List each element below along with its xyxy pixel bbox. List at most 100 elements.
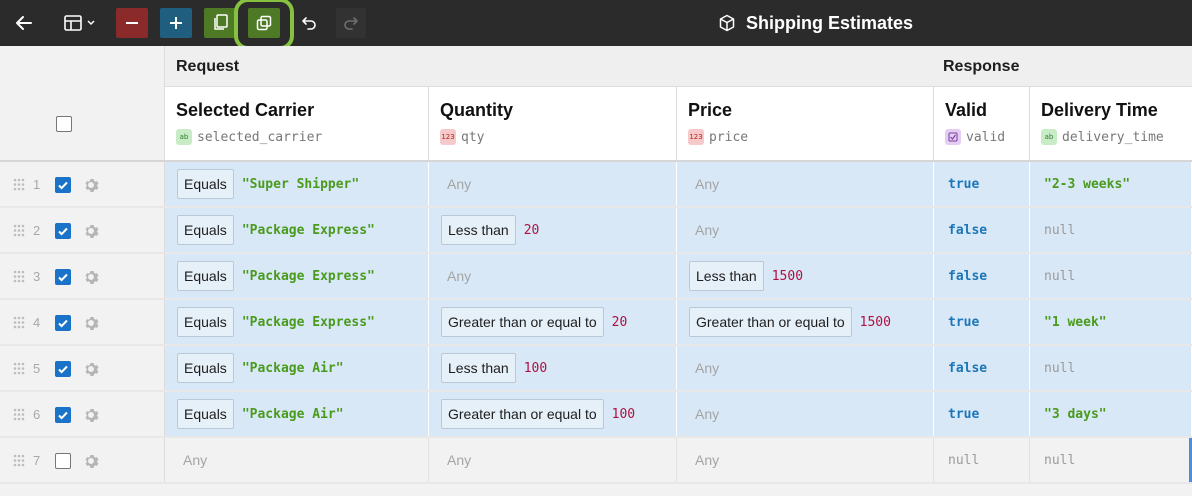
operator-select[interactable]: Equals	[177, 399, 234, 429]
column-header-price[interactable]: Price 123 price	[677, 87, 934, 160]
drag-handle-icon[interactable]	[13, 270, 25, 283]
operator-select[interactable]: Equals	[177, 353, 234, 383]
column-header-quantity[interactable]: Quantity 123 qty	[429, 87, 677, 160]
operator-select[interactable]: Less than	[689, 261, 764, 291]
row-checkbox[interactable]	[55, 453, 71, 469]
column-header-valid[interactable]: Valid valid	[934, 87, 1030, 160]
drag-handle-icon[interactable]	[13, 408, 25, 421]
cell-delivery[interactable]: null	[1030, 438, 1192, 482]
column-header-delivery-time[interactable]: Delivery Time ab delivery_time	[1030, 87, 1192, 160]
row-checkbox[interactable]	[55, 269, 71, 285]
any-placeholder[interactable]: Any	[441, 268, 471, 284]
row-checkbox[interactable]	[55, 177, 71, 193]
row-checkbox[interactable]	[55, 223, 71, 239]
operator-select[interactable]: Equals	[177, 215, 234, 245]
any-placeholder[interactable]: Any	[689, 360, 719, 376]
operator-select[interactable]: Less than	[441, 353, 516, 383]
condition-value[interactable]: 100	[612, 407, 635, 422]
cell-carrier[interactable]: Equals "Super Shipper"	[165, 162, 429, 206]
row-checkbox[interactable]	[55, 315, 71, 331]
cell-delivery[interactable]: "2-3 weeks"	[1030, 162, 1192, 206]
cell-carrier[interactable]: Equals "Package Express"	[165, 254, 429, 298]
any-placeholder[interactable]: Any	[689, 222, 719, 238]
cell-valid[interactable]: true	[934, 392, 1030, 436]
cell-price[interactable]: Any	[677, 438, 934, 482]
cell-valid[interactable]: false	[934, 208, 1030, 252]
cell-delivery[interactable]: "3 days"	[1030, 392, 1192, 436]
gear-icon[interactable]	[83, 315, 99, 331]
cell-valid[interactable]: true	[934, 300, 1030, 344]
table-row[interactable]: 6 Equals "Package Air" Greater than or equa…	[0, 392, 1192, 438]
condition-value[interactable]: 1500	[860, 315, 891, 330]
gear-icon[interactable]	[83, 223, 99, 239]
cell-qty[interactable]: Less than 100	[429, 346, 677, 390]
cell-delivery[interactable]: null	[1030, 346, 1192, 390]
cell-valid[interactable]: null	[934, 438, 1030, 482]
cell-price[interactable]: Greater than or equal to 1500	[677, 300, 934, 344]
row-checkbox[interactable]	[55, 361, 71, 377]
any-placeholder[interactable]: Any	[689, 406, 719, 422]
cell-valid[interactable]: false	[934, 254, 1030, 298]
cell-qty[interactable]: Any	[429, 254, 677, 298]
cell-carrier[interactable]: Equals "Package Air"	[165, 392, 429, 436]
gear-icon[interactable]	[83, 453, 99, 469]
operator-select[interactable]: Less than	[441, 215, 516, 245]
cell-delivery[interactable]: "1 week"	[1030, 300, 1192, 344]
table-row[interactable]: 4 Equals "Package Express" Greater than or …	[0, 300, 1192, 346]
copy-row-button[interactable]	[204, 8, 236, 38]
gear-icon[interactable]	[83, 361, 99, 377]
cell-price[interactable]: Less than 1500	[677, 254, 934, 298]
redo-button[interactable]	[336, 8, 366, 38]
cell-qty[interactable]: Greater than or equal to 20	[429, 300, 677, 344]
condition-value[interactable]: "Package Express"	[242, 315, 375, 330]
undo-button[interactable]	[294, 8, 324, 38]
operator-select[interactable]: Greater than or equal to	[441, 307, 604, 337]
operator-select[interactable]: Equals	[177, 261, 234, 291]
layout-menu-button[interactable]	[58, 8, 100, 38]
add-row-button[interactable]	[160, 8, 192, 38]
condition-value[interactable]: "Package Air"	[242, 361, 344, 376]
condition-value[interactable]: "Package Air"	[242, 407, 344, 422]
back-button[interactable]	[10, 8, 38, 38]
table-row[interactable]: 1 Equals "Super Shipper" Any Any true "2-3 wee…	[0, 162, 1192, 208]
select-all-checkbox[interactable]	[56, 116, 72, 132]
table-row[interactable]: 3 Equals "Package Express" Any Less than 1500…	[0, 254, 1192, 300]
condition-value[interactable]: 20	[612, 315, 628, 330]
any-placeholder[interactable]: Any	[441, 452, 471, 468]
cell-delivery[interactable]: null	[1030, 208, 1192, 252]
operator-select[interactable]: Equals	[177, 307, 234, 337]
table-row[interactable]: 7 Any Any Any null null	[0, 438, 1192, 484]
drag-handle-icon[interactable]	[13, 316, 25, 329]
drag-handle-icon[interactable]	[13, 224, 25, 237]
cell-price[interactable]: Any	[677, 392, 934, 436]
gear-icon[interactable]	[83, 407, 99, 423]
any-placeholder[interactable]: Any	[689, 176, 719, 192]
cell-valid[interactable]: true	[934, 162, 1030, 206]
drag-handle-icon[interactable]	[13, 178, 25, 191]
cell-qty[interactable]: Any	[429, 162, 677, 206]
any-placeholder[interactable]: Any	[177, 452, 207, 468]
cell-price[interactable]: Any	[677, 346, 934, 390]
cell-valid[interactable]: false	[934, 346, 1030, 390]
cell-carrier[interactable]: Equals "Package Air"	[165, 346, 429, 390]
column-header-selected-carrier[interactable]: Selected Carrier ab selected_carrier	[165, 87, 429, 160]
condition-value[interactable]: 100	[524, 361, 547, 376]
gear-icon[interactable]	[83, 177, 99, 193]
table-row[interactable]: 5 Equals "Package Air" Less than 100 Any false…	[0, 346, 1192, 392]
condition-value[interactable]: "Package Express"	[242, 269, 375, 284]
cell-carrier[interactable]: Any	[165, 438, 429, 482]
condition-value[interactable]: 1500	[772, 269, 803, 284]
any-placeholder[interactable]: Any	[441, 176, 471, 192]
cell-qty[interactable]: Greater than or equal to 100	[429, 392, 677, 436]
operator-select[interactable]: Greater than or equal to	[689, 307, 852, 337]
cell-carrier[interactable]: Equals "Package Express"	[165, 208, 429, 252]
cell-price[interactable]: Any	[677, 162, 934, 206]
cell-delivery[interactable]: null	[1030, 254, 1192, 298]
delete-row-button[interactable]	[116, 8, 148, 38]
cell-carrier[interactable]: Equals "Package Express"	[165, 300, 429, 344]
any-placeholder[interactable]: Any	[689, 452, 719, 468]
cell-qty[interactable]: Less than 20	[429, 208, 677, 252]
drag-handle-icon[interactable]	[13, 362, 25, 375]
condition-value[interactable]: 20	[524, 223, 540, 238]
drag-handle-icon[interactable]	[13, 454, 25, 467]
